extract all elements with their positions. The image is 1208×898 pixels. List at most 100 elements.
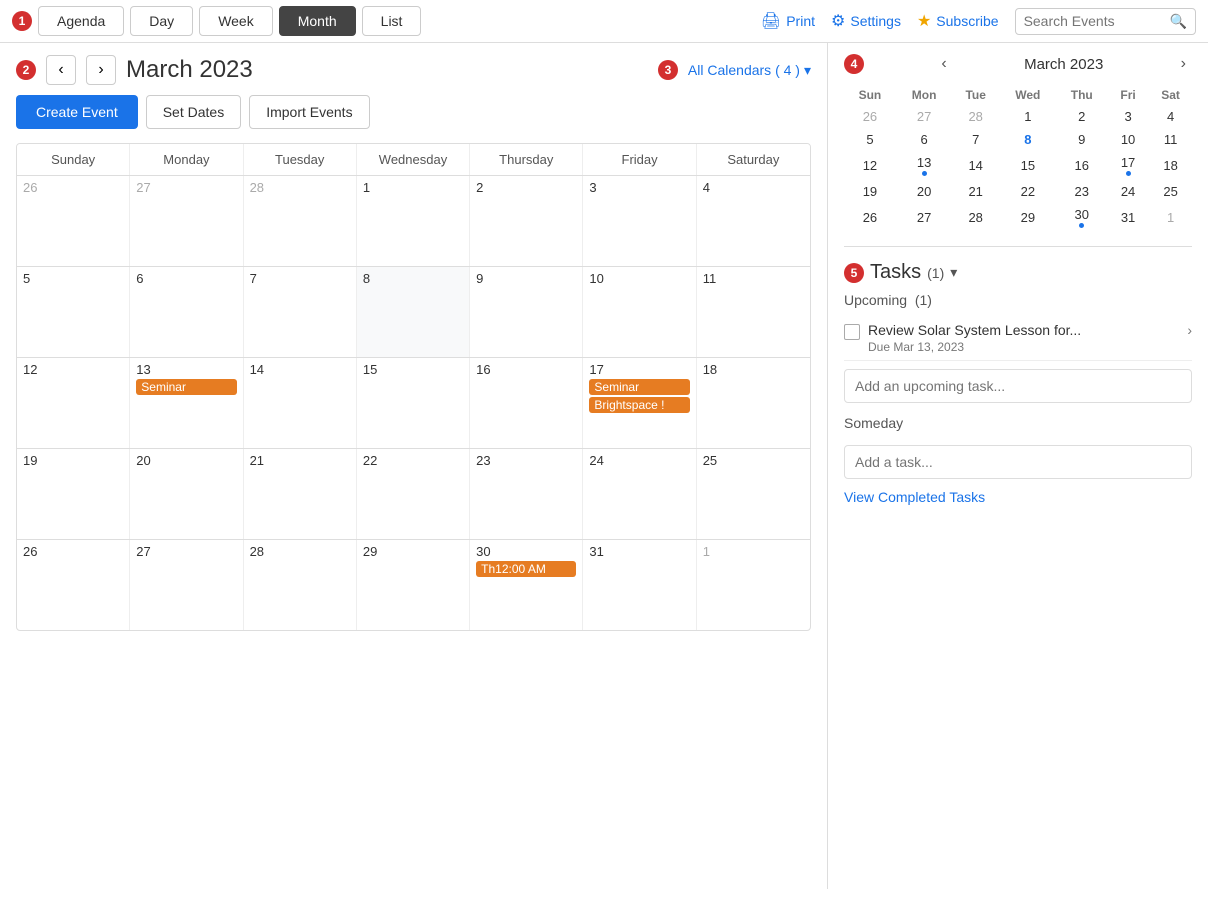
day-cell-3-1[interactable]: 20 bbox=[130, 449, 243, 539]
day-cell-3-0[interactable]: 19 bbox=[17, 449, 130, 539]
day-cell-1-2[interactable]: 7 bbox=[244, 267, 357, 357]
mini-day[interactable]: 15 bbox=[999, 151, 1056, 180]
mini-day[interactable]: 2 bbox=[1057, 105, 1107, 128]
mini-day[interactable]: 26 bbox=[844, 105, 896, 128]
search-icon[interactable]: 🔍 bbox=[1170, 13, 1187, 30]
mini-day[interactable]: 1 bbox=[1149, 203, 1192, 232]
day-cell-3-6[interactable]: 25 bbox=[697, 449, 810, 539]
search-input[interactable] bbox=[1024, 13, 1164, 29]
day-cell-2-5[interactable]: 17SeminarBrightspace ! bbox=[583, 358, 696, 448]
mini-day[interactable]: 24 bbox=[1107, 180, 1149, 203]
event-pill[interactable]: Th12:00 AM bbox=[476, 561, 576, 577]
day-num: 1 bbox=[703, 544, 804, 559]
day-cell-2-4[interactable]: 16 bbox=[470, 358, 583, 448]
mini-day[interactable]: 31 bbox=[1107, 203, 1149, 232]
day-cell-1-6[interactable]: 11 bbox=[697, 267, 810, 357]
task-item[interactable]: Review Solar System Lesson for... Due Ma… bbox=[844, 316, 1192, 361]
settings-button[interactable]: ⚙ Settings bbox=[831, 11, 901, 31]
day-cell-4-6[interactable]: 1 bbox=[697, 540, 810, 630]
add-someday-task-input[interactable] bbox=[844, 445, 1192, 479]
day-cell-4-5[interactable]: 31 bbox=[583, 540, 696, 630]
mini-day[interactable]: 18 bbox=[1149, 151, 1192, 180]
day-cell-3-2[interactable]: 21 bbox=[244, 449, 357, 539]
task-checkbox[interactable] bbox=[844, 324, 860, 340]
day-cell-1-3[interactable]: 8 bbox=[357, 267, 470, 357]
day-cell-2-0[interactable]: 12 bbox=[17, 358, 130, 448]
day-cell-2-2[interactable]: 14 bbox=[244, 358, 357, 448]
day-cell-1-0[interactable]: 5 bbox=[17, 267, 130, 357]
view-completed-button[interactable]: View Completed Tasks bbox=[844, 489, 985, 505]
day-cell-4-4[interactable]: 30Th12:00 AM bbox=[470, 540, 583, 630]
mini-next-button[interactable]: › bbox=[1175, 53, 1192, 75]
create-event-button[interactable]: Create Event bbox=[16, 95, 138, 129]
import-events-button[interactable]: Import Events bbox=[249, 95, 369, 129]
subscribe-button[interactable]: ★ Subscribe bbox=[917, 11, 999, 31]
day-cell-4-0[interactable]: 26 bbox=[17, 540, 130, 630]
event-pill[interactable]: Seminar bbox=[136, 379, 236, 395]
next-month-button[interactable]: › bbox=[86, 55, 116, 85]
day-cell-4-2[interactable]: 28 bbox=[244, 540, 357, 630]
day-cell-3-3[interactable]: 22 bbox=[357, 449, 470, 539]
mini-day[interactable]: 21 bbox=[952, 180, 999, 203]
print-button[interactable]: 🖨 Print bbox=[761, 11, 815, 31]
add-upcoming-task-input[interactable] bbox=[844, 369, 1192, 403]
day-cell-2-1[interactable]: 13Seminar bbox=[130, 358, 243, 448]
mini-day[interactable]: 30 bbox=[1057, 203, 1107, 232]
mini-day[interactable]: 3 bbox=[1107, 105, 1149, 128]
day-cell-0-3[interactable]: 1 bbox=[357, 176, 470, 266]
mini-day[interactable]: 20 bbox=[896, 180, 952, 203]
mini-day[interactable]: 22 bbox=[999, 180, 1056, 203]
day-cell-0-6[interactable]: 4 bbox=[697, 176, 810, 266]
day-cell-1-5[interactable]: 10 bbox=[583, 267, 696, 357]
day-cell-2-6[interactable]: 18 bbox=[697, 358, 810, 448]
mini-day[interactable]: 28 bbox=[952, 203, 999, 232]
mini-day[interactable]: 8 bbox=[999, 128, 1056, 151]
mini-day[interactable]: 1 bbox=[999, 105, 1056, 128]
day-cell-3-4[interactable]: 23 bbox=[470, 449, 583, 539]
mini-day[interactable]: 23 bbox=[1057, 180, 1107, 203]
day-cell-1-4[interactable]: 9 bbox=[470, 267, 583, 357]
mini-prev-button[interactable]: ‹ bbox=[935, 53, 952, 75]
mini-day[interactable]: 7 bbox=[952, 128, 999, 151]
tab-list[interactable]: List bbox=[362, 6, 422, 36]
mini-day[interactable]: 27 bbox=[896, 105, 952, 128]
tab-agenda[interactable]: Agenda bbox=[38, 6, 124, 36]
mini-day[interactable]: 10 bbox=[1107, 128, 1149, 151]
mini-day[interactable]: 17 bbox=[1107, 151, 1149, 180]
tab-week[interactable]: Week bbox=[199, 6, 273, 36]
mini-day[interactable]: 4 bbox=[1149, 105, 1192, 128]
tasks-chevron-icon[interactable]: ▾ bbox=[950, 264, 957, 281]
day-cell-0-1[interactable]: 27 bbox=[130, 176, 243, 266]
day-cell-0-2[interactable]: 28 bbox=[244, 176, 357, 266]
mini-day[interactable]: 28 bbox=[952, 105, 999, 128]
prev-month-button[interactable]: ‹ bbox=[46, 55, 76, 85]
mini-day[interactable]: 19 bbox=[844, 180, 896, 203]
day-cell-0-0[interactable]: 26 bbox=[17, 176, 130, 266]
mini-day[interactable]: 14 bbox=[952, 151, 999, 180]
mini-day[interactable]: 5 bbox=[844, 128, 896, 151]
task-arrow-icon[interactable]: › bbox=[1187, 322, 1192, 338]
event-pill[interactable]: Seminar bbox=[589, 379, 689, 395]
mini-day[interactable]: 25 bbox=[1149, 180, 1192, 203]
mini-day[interactable]: 16 bbox=[1057, 151, 1107, 180]
tab-month[interactable]: Month bbox=[279, 6, 356, 36]
event-pill[interactable]: Brightspace ! bbox=[589, 397, 689, 413]
mini-day[interactable]: 6 bbox=[896, 128, 952, 151]
day-cell-3-5[interactable]: 24 bbox=[583, 449, 696, 539]
day-cell-0-4[interactable]: 2 bbox=[470, 176, 583, 266]
mini-day[interactable]: 9 bbox=[1057, 128, 1107, 151]
mini-day[interactable]: 13 bbox=[896, 151, 952, 180]
all-calendars-button[interactable]: All Calendars ( 4 ) ▾ bbox=[688, 62, 811, 79]
mini-day[interactable]: 29 bbox=[999, 203, 1056, 232]
day-cell-1-1[interactable]: 6 bbox=[130, 267, 243, 357]
day-cell-4-3[interactable]: 29 bbox=[357, 540, 470, 630]
mini-day[interactable]: 11 bbox=[1149, 128, 1192, 151]
mini-day[interactable]: 26 bbox=[844, 203, 896, 232]
day-cell-2-3[interactable]: 15 bbox=[357, 358, 470, 448]
tab-day[interactable]: Day bbox=[130, 6, 193, 36]
mini-day[interactable]: 27 bbox=[896, 203, 952, 232]
day-cell-4-1[interactable]: 27 bbox=[130, 540, 243, 630]
day-cell-0-5[interactable]: 3 bbox=[583, 176, 696, 266]
set-dates-button[interactable]: Set Dates bbox=[146, 95, 241, 129]
mini-day[interactable]: 12 bbox=[844, 151, 896, 180]
